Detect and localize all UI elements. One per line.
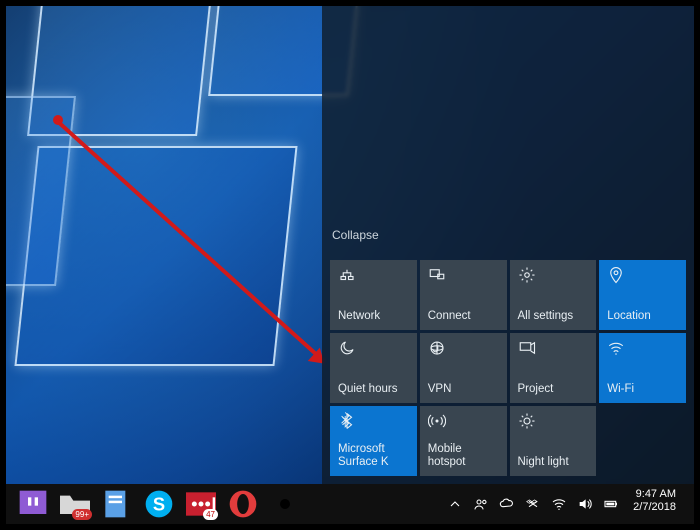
clock-date: 2/7/2018	[633, 501, 676, 514]
quick-action-night-light[interactable]: Night light	[510, 406, 597, 476]
screenshot-frame: Collapse Network Connect All settings Locat…	[6, 6, 694, 524]
people-icon[interactable]	[473, 496, 489, 512]
taskbar: 99+ S 47	[6, 484, 694, 524]
svg-text:S: S	[153, 494, 165, 515]
taskbar-item-skype[interactable]: S	[138, 484, 180, 524]
tray-overflow-chevron[interactable]	[447, 496, 463, 512]
quick-action-label: Mobile hotspot	[428, 443, 499, 469]
action-center-button[interactable]	[684, 484, 694, 524]
wifi-icon	[607, 339, 625, 357]
note-icon	[96, 484, 138, 524]
opera-icon	[222, 484, 264, 524]
network-icon	[338, 266, 356, 284]
hotspot-icon	[428, 412, 446, 430]
bluetooth-icon	[338, 412, 356, 430]
quick-action-location[interactable]: Location	[599, 260, 686, 330]
quick-action-label: Project	[518, 383, 589, 396]
connect-icon	[428, 266, 446, 284]
quick-action-label: Wi-Fi	[607, 383, 678, 396]
clock-time: 9:47 AM	[633, 488, 676, 501]
gear-icon	[264, 484, 306, 524]
quick-action-project[interactable]: Project	[510, 333, 597, 403]
badge: 47	[203, 509, 218, 520]
quick-action-wifi[interactable]: Wi-Fi	[599, 333, 686, 403]
quick-action-all-settings[interactable]: All settings	[510, 260, 597, 330]
skype-icon: S	[138, 484, 180, 524]
quick-action-grid: Network Connect All settings Location Quiet …	[330, 260, 686, 476]
collapse-link[interactable]: Collapse	[332, 228, 379, 242]
quick-action-connect[interactable]: Connect	[420, 260, 507, 330]
quick-action-network[interactable]: Network	[330, 260, 417, 330]
moon-icon	[338, 339, 356, 357]
quick-action-vpn[interactable]: VPN	[420, 333, 507, 403]
location-icon	[607, 266, 625, 284]
quick-action-label: Microsoft Surface K	[338, 443, 409, 469]
quick-action-label: Location	[607, 310, 678, 323]
quick-action-label: Connect	[428, 310, 499, 323]
vpn-icon	[428, 339, 446, 357]
taskbar-item-twitch[interactable]	[12, 484, 54, 524]
quick-action-label: Night light	[518, 456, 589, 469]
annotation-arrow	[53, 115, 63, 125]
quick-action-mobile-hotspot[interactable]: Mobile hotspot	[420, 406, 507, 476]
gear-icon	[518, 266, 536, 284]
quick-action-label: Quiet hours	[338, 383, 409, 396]
volume-icon[interactable]	[577, 496, 593, 512]
taskbar-item-settings[interactable]	[264, 484, 306, 524]
sun-icon	[518, 412, 536, 430]
taskbar-item-lastpass[interactable]: 47	[180, 484, 222, 524]
quick-action-quiet-hours[interactable]: Quiet hours	[330, 333, 417, 403]
action-center-panel: Collapse Network Connect All settings Locat…	[322, 6, 694, 484]
quick-action-bluetooth[interactable]: Microsoft Surface K	[330, 406, 417, 476]
taskbar-clock[interactable]: 9:47 AM 2/7/2018	[625, 484, 684, 524]
taskbar-item-files[interactable]: 99+	[54, 484, 96, 524]
quick-action-label: VPN	[428, 383, 499, 396]
onedrive-icon[interactable]	[499, 496, 515, 512]
wifi-tray-icon[interactable]	[551, 496, 567, 512]
twitch-icon	[12, 484, 54, 524]
taskbar-item-notepad[interactable]	[96, 484, 138, 524]
taskbar-item-opera[interactable]	[222, 484, 264, 524]
badge: 99+	[72, 509, 92, 520]
quick-action-label: Network	[338, 310, 409, 323]
quick-action-label: All settings	[518, 310, 589, 323]
taskbar-pinned-apps: 99+ S 47	[6, 484, 306, 524]
dropbox-icon[interactable]	[525, 496, 541, 512]
project-icon	[518, 339, 536, 357]
system-tray	[441, 484, 625, 524]
battery-icon[interactable]	[603, 496, 619, 512]
taskbar-spacer	[306, 484, 441, 524]
